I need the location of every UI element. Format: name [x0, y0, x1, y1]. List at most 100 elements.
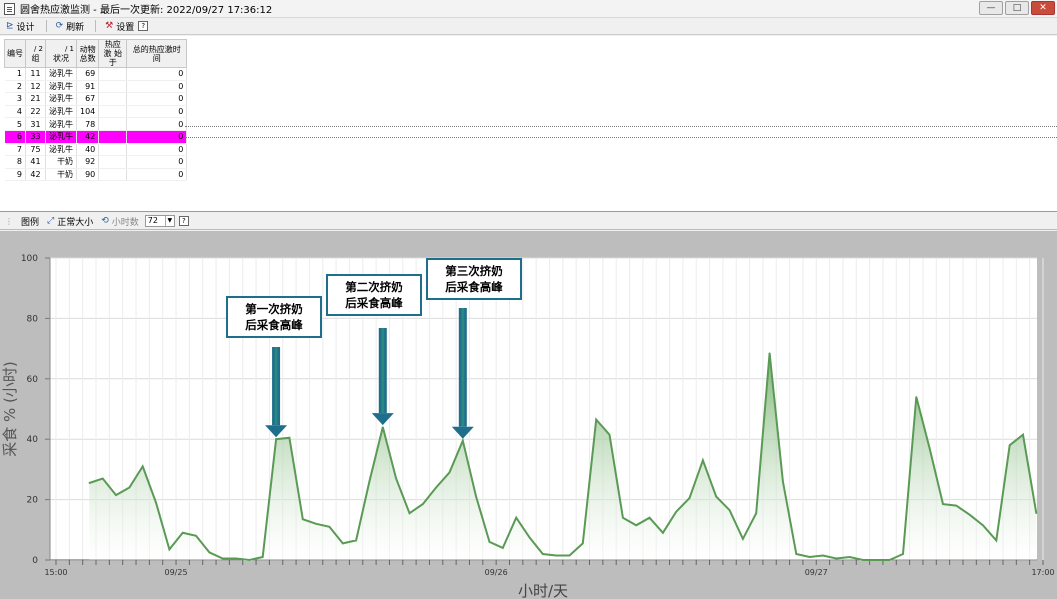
legend-label: 图例	[21, 217, 40, 228]
cell-status: 泌乳牛	[45, 80, 77, 94]
data-point	[968, 513, 971, 516]
data-point	[888, 559, 891, 561]
data-point	[141, 465, 144, 468]
help-icon[interactable]: ?	[138, 21, 149, 31]
resize-icon: ⤢	[47, 216, 55, 226]
annotation-3-line2: 后采食高峰	[445, 280, 503, 294]
y-tick-label: 40	[27, 435, 39, 445]
table-row[interactable]: 6 33 泌乳牛 42 0	[4, 130, 188, 144]
cell-heat-start	[98, 80, 128, 94]
data-point	[301, 518, 304, 521]
cell-heat-start	[98, 130, 128, 144]
cell-animal-total: 67	[76, 92, 100, 106]
data-point	[88, 482, 91, 484]
cell-group: 75	[25, 143, 46, 157]
col-header-heat-total[interactable]: 总的热应激时间	[126, 39, 188, 68]
cell-status: 干奶	[45, 168, 77, 182]
table-row[interactable]: 1 11 泌乳牛 69 0	[4, 67, 188, 81]
legend-button[interactable]: 图例	[21, 215, 39, 228]
data-point	[128, 486, 131, 489]
data-point	[421, 503, 424, 505]
toolbar-separator	[95, 20, 97, 32]
data-point	[475, 495, 477, 498]
maximize-button[interactable]: □	[1005, 1, 1029, 15]
table-row[interactable]: 8 41 干奶 92 0	[4, 155, 188, 169]
data-point	[542, 553, 544, 555]
cell-group: 31	[25, 117, 46, 131]
cell-status: 泌乳牛	[45, 92, 77, 106]
sort-marker-group: / 2	[33, 44, 43, 53]
data-point	[462, 439, 464, 442]
cell-animal-total: 78	[76, 117, 100, 131]
design-button[interactable]: ⊵ 设计	[6, 20, 35, 33]
plot-area	[50, 258, 1037, 561]
data-point	[101, 477, 104, 480]
col-header-group-label: 组	[31, 53, 40, 63]
cell-heat-total: 0	[126, 117, 188, 131]
cell-id: 3	[4, 92, 26, 106]
data-point	[635, 524, 637, 527]
toolbar-grip: ⋮	[5, 216, 13, 226]
cell-animal-total: 91	[76, 80, 100, 94]
cell-status: 泌乳牛	[45, 117, 77, 131]
settings-button[interactable]: ⚒ 设置 ?	[105, 20, 149, 33]
cell-heat-total: 0	[126, 155, 188, 169]
x-tick-label: 09/26	[485, 568, 508, 577]
group-table-panel: 编号 / 2 组 / 1 状况 动物总数 热应激 始于 总的热应激时间 1 11 泌…	[0, 36, 1057, 212]
cell-id: 1	[4, 67, 26, 81]
close-button[interactable]: ✕	[1031, 1, 1055, 15]
hours-select[interactable]: 72 ▼	[144, 215, 175, 227]
data-point	[1008, 444, 1011, 447]
minimize-button[interactable]: —	[979, 1, 1003, 15]
hours-label: 小时数	[111, 217, 139, 228]
table-row[interactable]: 5 31 泌乳牛 78 0	[4, 117, 188, 131]
cell-group: 11	[25, 67, 46, 81]
toolbar-separator	[45, 20, 47, 32]
col-header-heat-start[interactable]: 热应激 始于	[98, 39, 128, 68]
data-point	[275, 438, 277, 440]
col-header-status[interactable]: / 1 状况	[45, 39, 77, 68]
normal-size-label: 正常大小	[57, 217, 94, 228]
cell-heat-start	[98, 67, 128, 81]
y-axis-ticks: 0 20 40 60 80 100	[21, 254, 50, 566]
data-point	[915, 396, 918, 398]
cell-status: 泌乳牛	[45, 105, 77, 119]
cell-status: 泌乳牛	[45, 67, 77, 81]
sort-marker-status: / 1	[64, 44, 74, 53]
data-point	[381, 426, 384, 428]
cell-animal-total: 69	[76, 67, 100, 81]
chart-help-icon[interactable]: ?	[178, 216, 189, 226]
data-point	[288, 436, 291, 439]
data-point	[675, 510, 678, 513]
normal-size-button[interactable]: ⤢ 正常大小	[47, 215, 93, 228]
cell-id: 6	[4, 130, 26, 144]
table-row[interactable]: 3 21 泌乳牛 67 0	[4, 92, 188, 106]
cell-id: 4	[4, 105, 26, 119]
col-header-animal-total[interactable]: 动物总数	[75, 39, 100, 68]
cell-group: 12	[25, 80, 46, 94]
data-point	[702, 459, 704, 462]
col-header-group[interactable]: / 2 组	[25, 39, 46, 68]
table-body: 1 11 泌乳牛 69 0 2 12 泌乳牛 91 0 3 21 泌乳牛 67 0 4 22 泌乳牛 104 0 5 31…	[4, 67, 188, 182]
x-tick-label: 09/27	[805, 568, 828, 577]
data-point	[902, 553, 904, 555]
chart-panel: 0 20 40 60 80 100 15:00 09/25 09/26 09/27 17:00 采…	[0, 231, 1057, 599]
chevron-down-icon[interactable]: ▼	[164, 216, 174, 226]
settings-label: 设置	[116, 22, 135, 33]
data-point	[648, 516, 651, 519]
main-toolbar: ⊵ 设计 ⟳ 刷新 ⚒ 设置 ?	[0, 18, 1057, 35]
data-point	[662, 532, 664, 534]
data-point	[195, 535, 197, 537]
col-header-id[interactable]: 编号	[4, 39, 26, 68]
table-row[interactable]: 2 12 泌乳牛 91 0	[4, 80, 188, 94]
cell-heat-total: 0	[126, 143, 188, 157]
table-row[interactable]: 9 42 干奶 90 0	[4, 168, 188, 182]
y-tick-label: 0	[32, 556, 38, 566]
table-row[interactable]: 7 75 泌乳牛 40 0	[4, 143, 188, 157]
title-bar: 圆舍热应激监测 - 最后一次更新: 2022/09/27 17:36:12 — …	[0, 0, 1057, 18]
annotation-box-3: 第三次挤奶 后采食高峰	[426, 258, 522, 300]
table-row[interactable]: 4 22 泌乳牛 104 0	[4, 105, 188, 119]
cell-animal-total: 42	[76, 130, 100, 144]
cell-group: 33	[25, 130, 46, 144]
refresh-button[interactable]: ⟳ 刷新	[56, 20, 85, 33]
